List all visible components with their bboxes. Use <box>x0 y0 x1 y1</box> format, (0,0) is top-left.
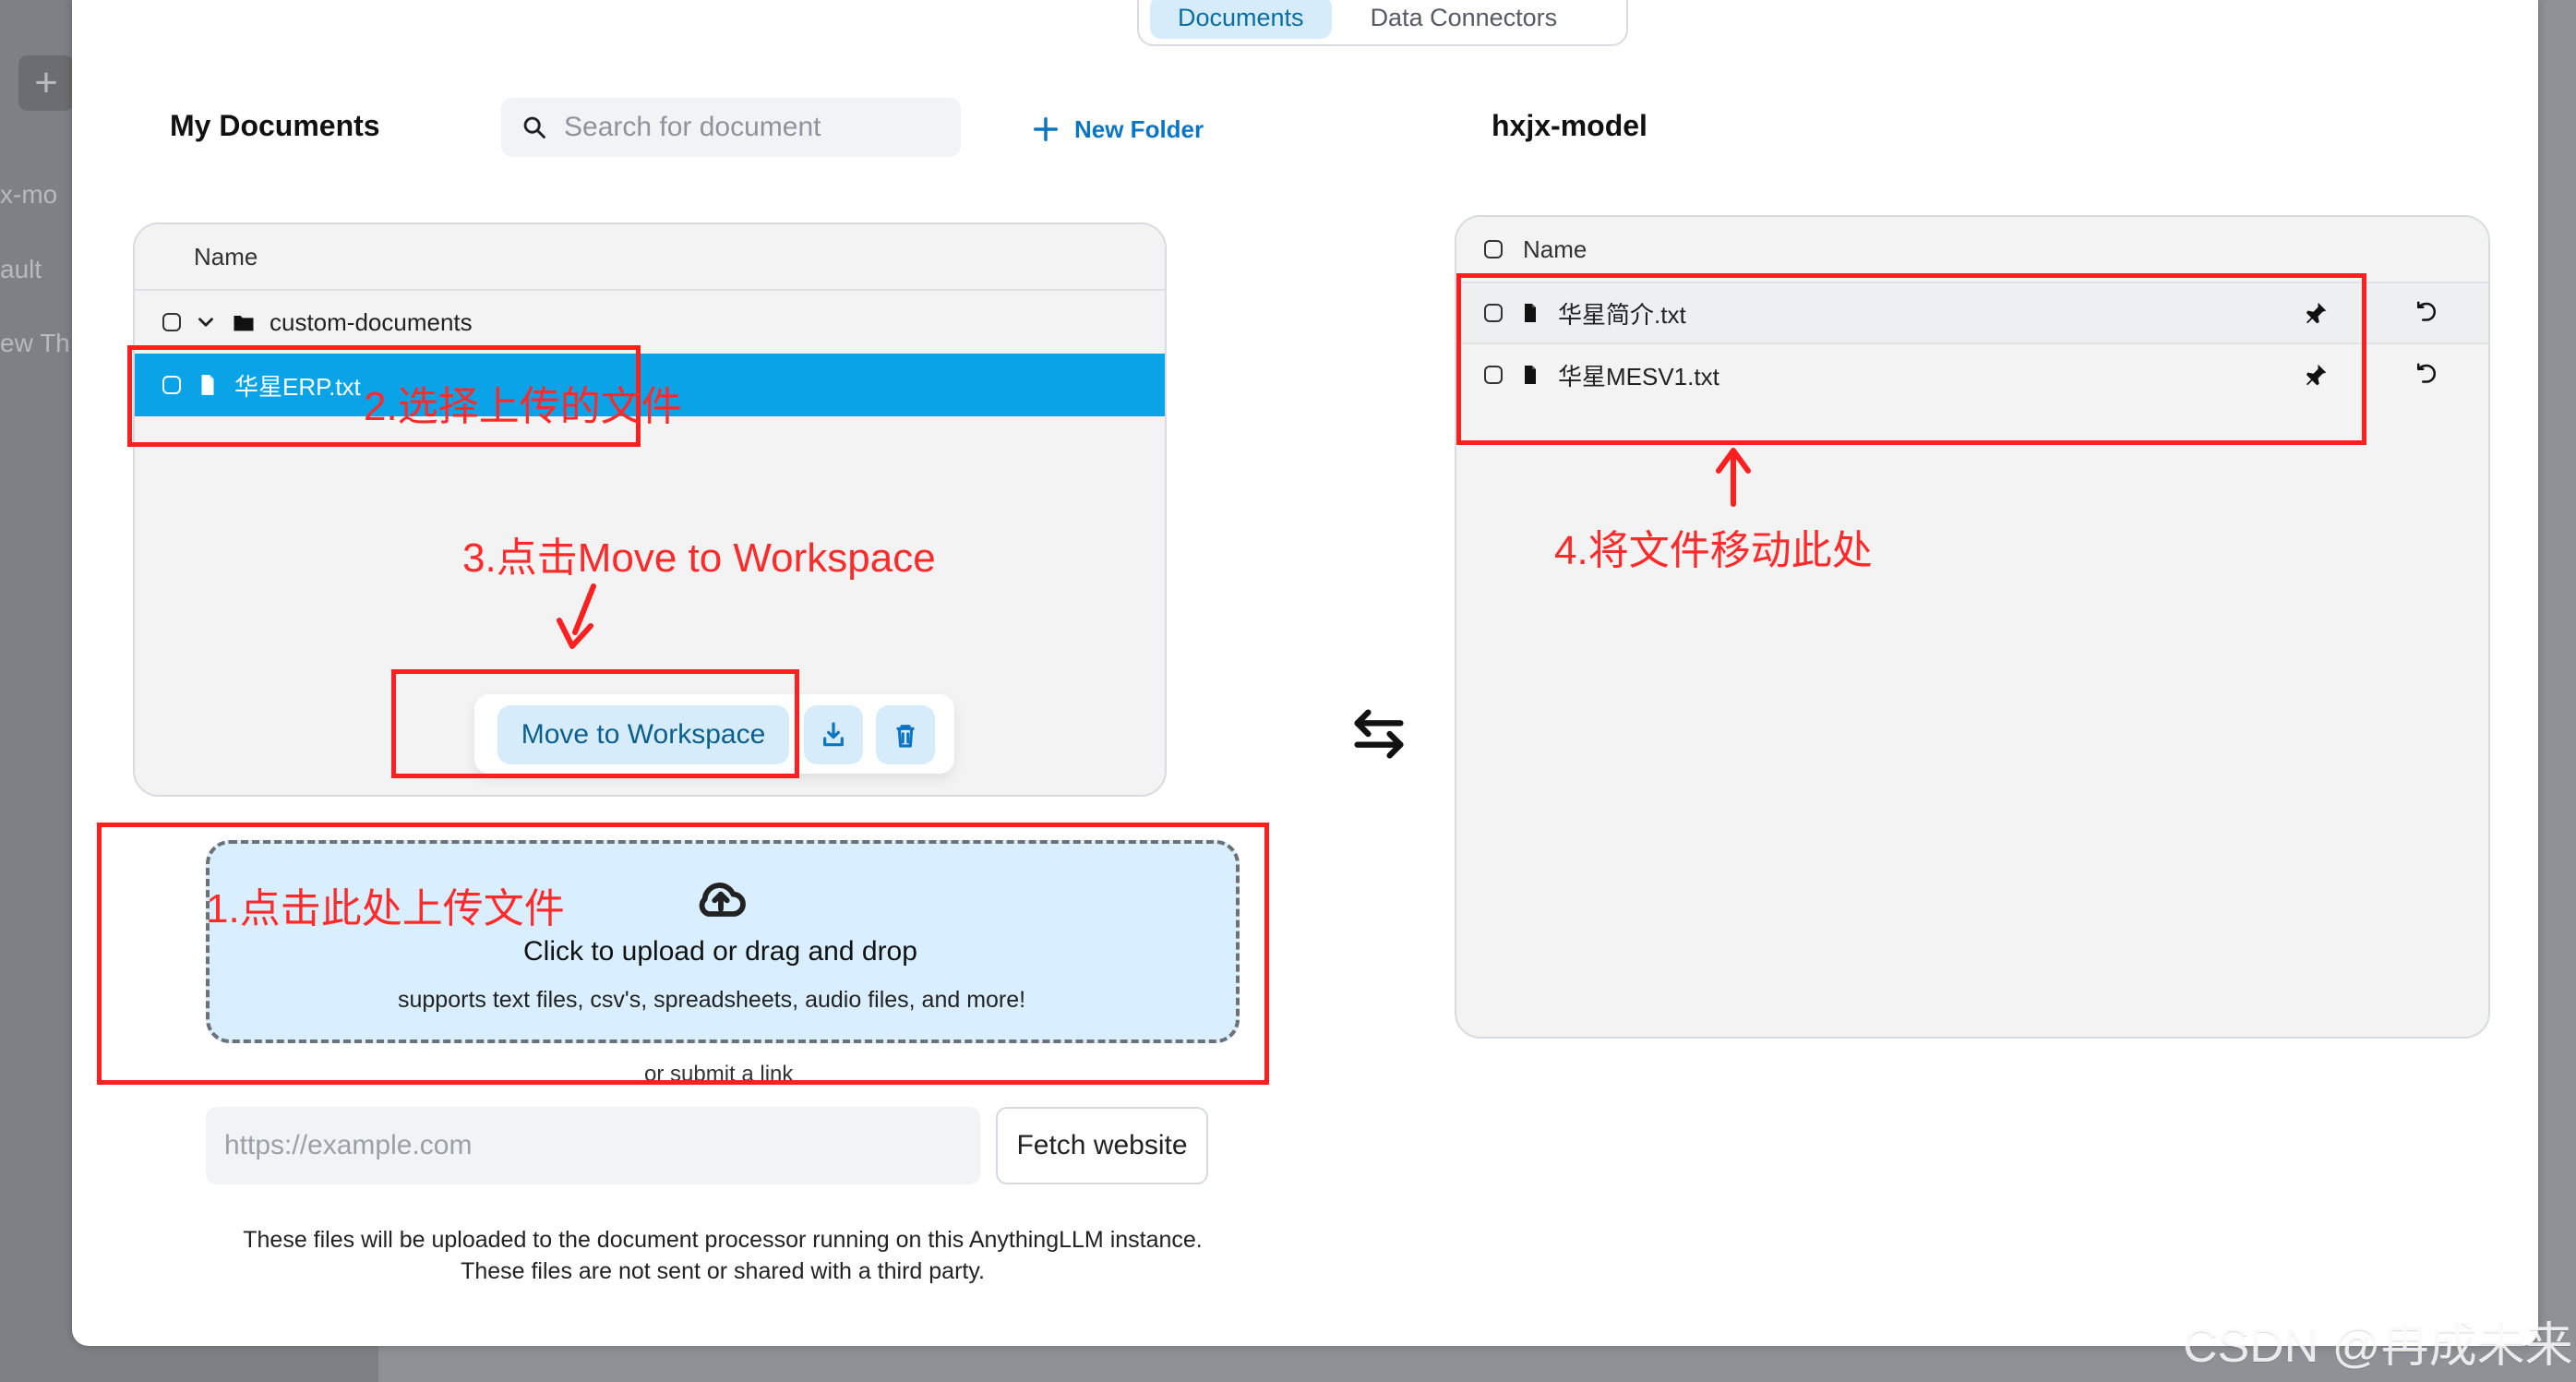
my-documents-title: My Documents <box>170 109 380 142</box>
disclaimer-line-1: These files will be uploaded to the docu… <box>243 1227 1203 1253</box>
annotation-text-3: 3.点击Move to Workspace <box>462 535 936 581</box>
document-search[interactable]: Search for document <box>501 98 961 157</box>
upload-disclaimer: These files will be uploaded to the docu… <box>210 1224 1235 1287</box>
search-input[interactable]: Search for document <box>564 112 821 143</box>
background-add-button: + <box>18 55 74 111</box>
annotation-box-workspace-files <box>1456 273 2366 445</box>
fetch-website-button[interactable]: Fetch website <box>996 1107 1208 1184</box>
swap-arrows-icon <box>1354 709 1404 759</box>
folder-name: custom-documents <box>270 307 473 336</box>
right-header-name: Name <box>1523 234 1588 263</box>
tab-documents[interactable]: Documents <box>1150 0 1332 39</box>
tab-data-connectors[interactable]: Data Connectors <box>1343 0 1586 39</box>
folder-checkbox[interactable] <box>162 313 181 331</box>
right-header-checkbox[interactable] <box>1484 240 1503 258</box>
trash-icon <box>896 725 915 748</box>
annotation-arrow-down <box>557 583 596 649</box>
left-header-name: Name <box>194 242 258 270</box>
left-table-header: Name <box>135 224 1165 291</box>
download-icon <box>823 722 844 747</box>
new-folder-button[interactable]: New Folder <box>1032 109 1204 150</box>
annotation-text-4: 4.将文件移动此处 <box>1554 528 1873 573</box>
annotation-arrow-up <box>1716 448 1751 507</box>
download-button[interactable] <box>804 705 863 764</box>
chevron-down-icon[interactable] <box>194 310 218 334</box>
top-tabs: Documents Data Connectors <box>1137 0 1628 46</box>
workspace-title: hxjx-model <box>1492 109 1647 142</box>
background-sidebar-text-3: ew Th <box>0 329 70 357</box>
plus-icon <box>1034 117 1058 141</box>
background-sidebar-text-1: x-mo <box>0 180 58 209</box>
new-folder-label: New Folder <box>1074 114 1204 143</box>
annotation-box-upload <box>97 823 1269 1085</box>
folder-icon <box>234 316 254 331</box>
delete-button[interactable] <box>876 705 935 764</box>
annotation-text-2: 2.选择上传的文件 <box>364 384 682 429</box>
website-url-placeholder: https://example.com <box>224 1130 473 1160</box>
annotation-text-1: 1.点击此处上传文件 <box>206 886 565 931</box>
background-sidebar-text-2: ault <box>0 255 42 283</box>
documents-modal: Documents Data Connectors × My Documents… <box>72 0 2538 1346</box>
watermark: CSDN @冉成未来 <box>2183 1319 2573 1373</box>
undo-icon[interactable] <box>2413 361 2440 389</box>
annotation-box-move-button <box>391 669 799 778</box>
undo-icon[interactable] <box>2413 299 2440 327</box>
search-icon <box>523 116 545 138</box>
folder-row[interactable]: custom-documents <box>135 291 1165 354</box>
disclaimer-line-2: These files are not sent or shared with … <box>461 1258 985 1284</box>
website-url-input[interactable]: https://example.com <box>206 1107 980 1184</box>
